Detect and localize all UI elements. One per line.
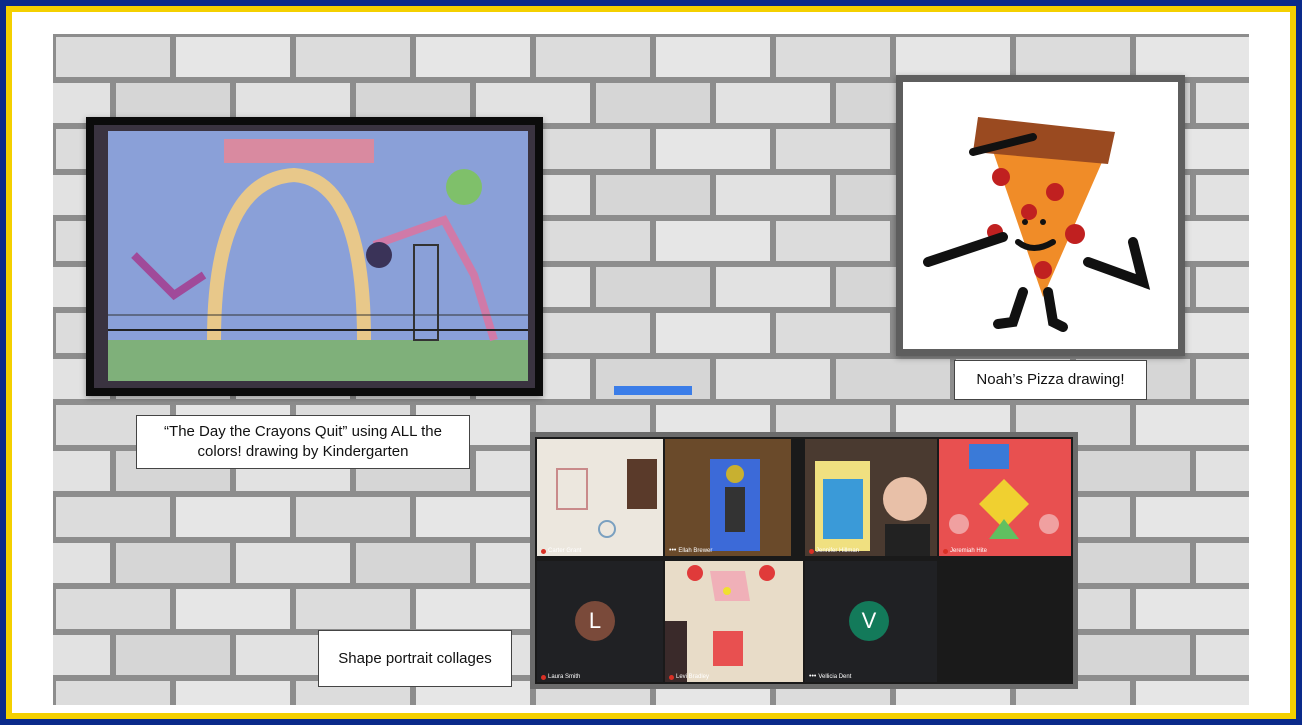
participant-tile[interactable]: Carter Grant <box>537 439 663 556</box>
participant-grid: Carter Grant ••• Ellah Brewer Jennifer Hi… <box>535 437 1073 684</box>
pizza-drawing-photo <box>896 75 1185 356</box>
participant-tile[interactable]: L Laura Smith <box>537 561 663 682</box>
participant-tile[interactable]: Levi Bradley <box>665 561 803 682</box>
participant-video <box>805 439 937 556</box>
participant-name: Levi Bradley <box>669 674 709 680</box>
collages-caption: Shape portrait collages <box>318 630 512 687</box>
crayons-caption: “The Day the Crayons Quit” using ALL the… <box>136 415 470 469</box>
avatar: V <box>849 601 889 641</box>
participant-tile[interactable]: V ••• Vellicia Dent <box>805 561 937 682</box>
participant-video <box>665 561 803 682</box>
participant-name: ••• Vellicia Dent <box>809 673 852 680</box>
participant-name: Jeremiah Hite <box>943 548 987 554</box>
video-meeting-screenshot: Carter Grant ••• Ellah Brewer Jennifer Hi… <box>530 432 1078 689</box>
participant-name: Carter Grant <box>541 548 581 554</box>
empty-tile <box>939 561 1071 682</box>
participant-name: Laura Smith <box>541 674 580 680</box>
participant-video <box>537 439 663 556</box>
participant-tile[interactable]: Jennifer Hillman <box>805 439 937 556</box>
participant-name: Jennifer Hillman <box>809 548 859 554</box>
participant-tile[interactable]: ••• Ellah Brewer <box>665 439 791 556</box>
participant-video <box>665 439 791 556</box>
participant-tile[interactable]: Jeremiah Hite <box>939 439 1071 556</box>
crayons-drawing-image <box>94 125 535 388</box>
accent-bar <box>614 386 692 395</box>
avatar: L <box>575 601 615 641</box>
participant-name: ••• Ellah Brewer <box>669 547 713 554</box>
crayons-drawing-photo <box>86 117 543 396</box>
pizza-caption: Noah’s Pizza drawing! <box>954 360 1147 400</box>
participant-video <box>939 439 1071 556</box>
pizza-drawing-image <box>903 82 1178 349</box>
